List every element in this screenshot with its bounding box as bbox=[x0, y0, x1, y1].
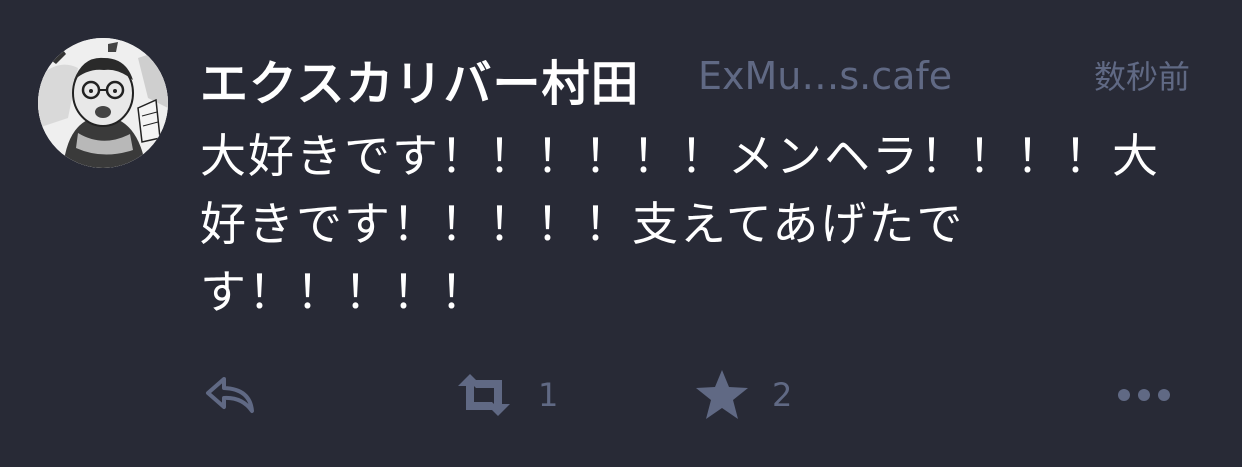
action-bar: 1 2 bbox=[200, 364, 1200, 426]
status-content: 大好きです！！！！！！メンヘラ！！！！大好きです！！！！！支えてあげたです！！！… bbox=[200, 129, 1160, 319]
boost-button[interactable]: 1 bbox=[452, 364, 558, 426]
status-header: エクスカリバー村田 ExMu…s.cafe 数秒前 bbox=[200, 40, 1190, 112]
timestamp[interactable]: 数秒前 bbox=[1094, 52, 1190, 98]
reply-button[interactable] bbox=[204, 364, 256, 426]
star-icon bbox=[696, 370, 748, 419]
favourite-count: 2 bbox=[772, 376, 793, 414]
ellipsis-icon bbox=[1118, 389, 1170, 401]
more-button[interactable] bbox=[1116, 364, 1172, 426]
status-card: エクスカリバー村田 ExMu…s.cafe 数秒前 大好きです！！！！！！メンヘ… bbox=[0, 0, 1242, 467]
reply-icon bbox=[206, 377, 254, 413]
avatar[interactable] bbox=[38, 38, 168, 168]
account-handle[interactable]: ExMu…s.cafe bbox=[698, 54, 952, 98]
boost-count: 1 bbox=[538, 376, 559, 414]
boost-icon bbox=[458, 374, 510, 416]
display-name[interactable]: エクスカリバー村田 bbox=[200, 44, 640, 114]
user-avatar-icon bbox=[38, 38, 168, 168]
favourite-button[interactable]: 2 bbox=[694, 364, 792, 426]
